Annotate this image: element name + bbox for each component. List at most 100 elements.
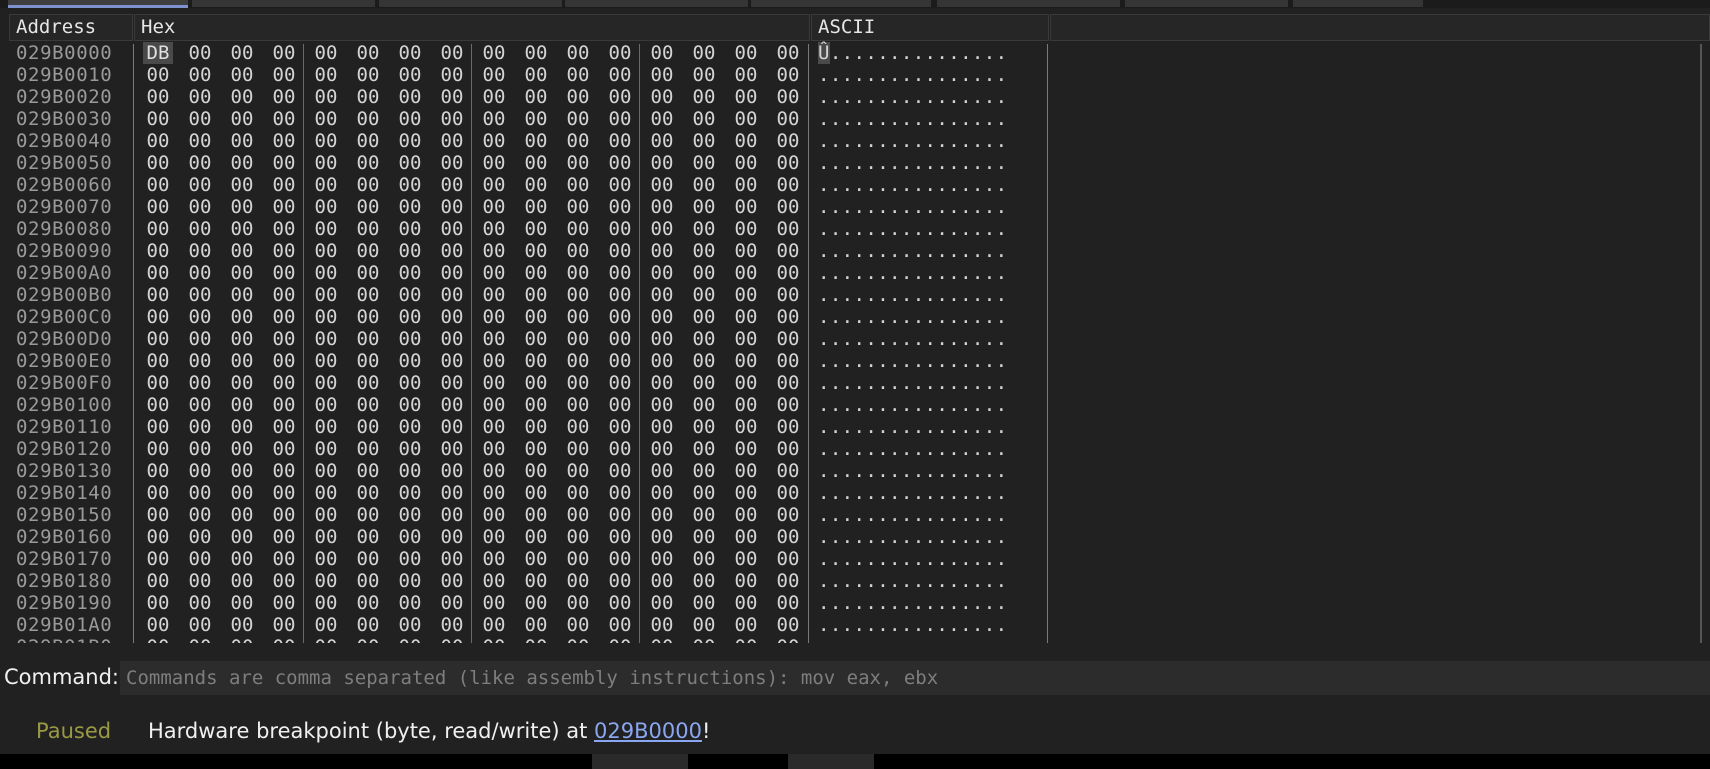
hex-byte[interactable]: 00: [563, 570, 593, 592]
hex-byte[interactable]: 00: [521, 592, 551, 614]
hex-byte[interactable]: 00: [395, 482, 425, 504]
hex-byte[interactable]: 00: [605, 592, 635, 614]
tab-dump-1[interactable]: [8, 0, 188, 8]
hex-byte[interactable]: 00: [479, 284, 509, 306]
ascii-first-char[interactable]: .: [818, 416, 830, 438]
hex-byte[interactable]: 00: [311, 636, 341, 643]
row-address[interactable]: 029B0180: [16, 570, 112, 592]
row-address[interactable]: 029B0080: [16, 218, 112, 240]
ascii-text[interactable]: ...............: [830, 482, 1008, 504]
hex-byte[interactable]: 00: [227, 504, 257, 526]
hex-byte[interactable]: 00: [395, 86, 425, 108]
hex-byte[interactable]: 00: [395, 130, 425, 152]
row-address[interactable]: 029B0030: [16, 108, 112, 130]
vertical-scrollbar[interactable]: [1700, 44, 1702, 643]
hex-byte[interactable]: 00: [311, 438, 341, 460]
dump-row[interactable]: 029B0030 00 00 00 00 00 00 00 00 00 00 00 00 00 00 00 00…: [0, 108, 1710, 130]
hex-byte[interactable]: 00: [227, 42, 257, 64]
hex-byte[interactable]: 00: [521, 460, 551, 482]
hex-byte[interactable]: 00: [731, 306, 761, 328]
hex-byte[interactable]: 00: [395, 64, 425, 86]
hex-byte[interactable]: 00: [395, 570, 425, 592]
hex-byte[interactable]: 00: [479, 64, 509, 86]
hex-byte[interactable]: 00: [773, 284, 803, 306]
ascii-text[interactable]: ...............: [830, 460, 1008, 482]
hex-byte[interactable]: 00: [143, 548, 173, 570]
ascii-text[interactable]: ...............: [830, 262, 1008, 284]
row-ascii[interactable]: Û...............: [818, 42, 1007, 64]
hex-byte[interactable]: 00: [689, 108, 719, 130]
dump-row[interactable]: 029B0100 00 00 00 00 00 00 00 00 00 00 00 00 00 00 00 00…: [0, 394, 1710, 416]
row-ascii[interactable]: ................: [818, 548, 1007, 570]
hex-byte[interactable]: 00: [689, 262, 719, 284]
hex-byte[interactable]: 00: [521, 350, 551, 372]
hex-byte[interactable]: 00: [437, 394, 467, 416]
hex-byte[interactable]: 00: [605, 130, 635, 152]
hex-byte[interactable]: 00: [185, 504, 215, 526]
hex-byte[interactable]: 00: [353, 196, 383, 218]
row-address[interactable]: 029B00E0: [16, 350, 112, 372]
hex-byte[interactable]: 00: [647, 416, 677, 438]
ascii-first-char[interactable]: .: [818, 394, 830, 416]
hex-byte[interactable]: 00: [437, 262, 467, 284]
hex-byte[interactable]: 00: [227, 328, 257, 350]
hex-byte[interactable]: 00: [311, 42, 341, 64]
hex-byte[interactable]: 00: [311, 394, 341, 416]
hex-byte[interactable]: 00: [647, 548, 677, 570]
hex-byte[interactable]: 00: [143, 482, 173, 504]
tab-extra[interactable]: [1293, 0, 1423, 7]
hex-byte[interactable]: 00: [689, 306, 719, 328]
hex-byte[interactable]: 00: [479, 130, 509, 152]
row-address[interactable]: 029B00D0: [16, 328, 112, 350]
hex-byte[interactable]: 00: [605, 262, 635, 284]
hex-byte[interactable]: 00: [311, 548, 341, 570]
hex-byte[interactable]: 00: [353, 64, 383, 86]
hex-byte[interactable]: 00: [731, 284, 761, 306]
ascii-first-char[interactable]: .: [818, 174, 830, 196]
hex-byte[interactable]: 00: [395, 460, 425, 482]
row-address[interactable]: 029B0070: [16, 196, 112, 218]
hex-byte[interactable]: 00: [395, 548, 425, 570]
hex-byte[interactable]: 00: [563, 592, 593, 614]
hex-byte[interactable]: 00: [521, 42, 551, 64]
hex-byte[interactable]: 00: [521, 526, 551, 548]
hex-byte[interactable]: 00: [731, 526, 761, 548]
hex-byte[interactable]: 00: [395, 108, 425, 130]
row-address[interactable]: 029B0050: [16, 152, 112, 174]
hex-byte[interactable]: 00: [605, 372, 635, 394]
hex-byte[interactable]: 00: [773, 218, 803, 240]
hex-byte[interactable]: 00: [479, 174, 509, 196]
hex-byte[interactable]: 00: [563, 218, 593, 240]
hex-byte[interactable]: 00: [437, 526, 467, 548]
hex-byte[interactable]: 00: [605, 482, 635, 504]
hex-byte[interactable]: 00: [479, 636, 509, 643]
hex-byte[interactable]: 00: [689, 240, 719, 262]
hex-byte[interactable]: 00: [479, 592, 509, 614]
hex-byte[interactable]: 00: [395, 614, 425, 636]
hex-byte[interactable]: 00: [227, 526, 257, 548]
column-header-ascii[interactable]: ASCII: [811, 14, 1049, 41]
hex-byte[interactable]: 00: [605, 284, 635, 306]
row-address[interactable]: 029B0170: [16, 548, 112, 570]
hex-byte[interactable]: 00: [353, 240, 383, 262]
hex-byte[interactable]: 00: [437, 438, 467, 460]
row-address[interactable]: 029B00A0: [16, 262, 112, 284]
tab-dump-4[interactable]: [565, 0, 748, 7]
ascii-first-char[interactable]: .: [818, 504, 830, 526]
hex-byte[interactable]: 00: [353, 42, 383, 64]
hex-byte[interactable]: 00: [773, 438, 803, 460]
hex-byte[interactable]: 00: [647, 42, 677, 64]
hex-byte[interactable]: 00: [185, 196, 215, 218]
hex-byte[interactable]: 00: [731, 350, 761, 372]
hex-byte[interactable]: 00: [479, 262, 509, 284]
ascii-text[interactable]: ...............: [830, 152, 1008, 174]
hex-byte[interactable]: 00: [143, 526, 173, 548]
hex-byte[interactable]: 00: [185, 592, 215, 614]
hex-byte[interactable]: 00: [479, 394, 509, 416]
hex-byte[interactable]: 00: [437, 372, 467, 394]
hex-byte[interactable]: 00: [311, 372, 341, 394]
hex-byte[interactable]: 00: [353, 504, 383, 526]
hex-byte[interactable]: 00: [227, 86, 257, 108]
hex-byte[interactable]: 00: [227, 240, 257, 262]
ascii-text[interactable]: ...............: [830, 108, 1008, 130]
